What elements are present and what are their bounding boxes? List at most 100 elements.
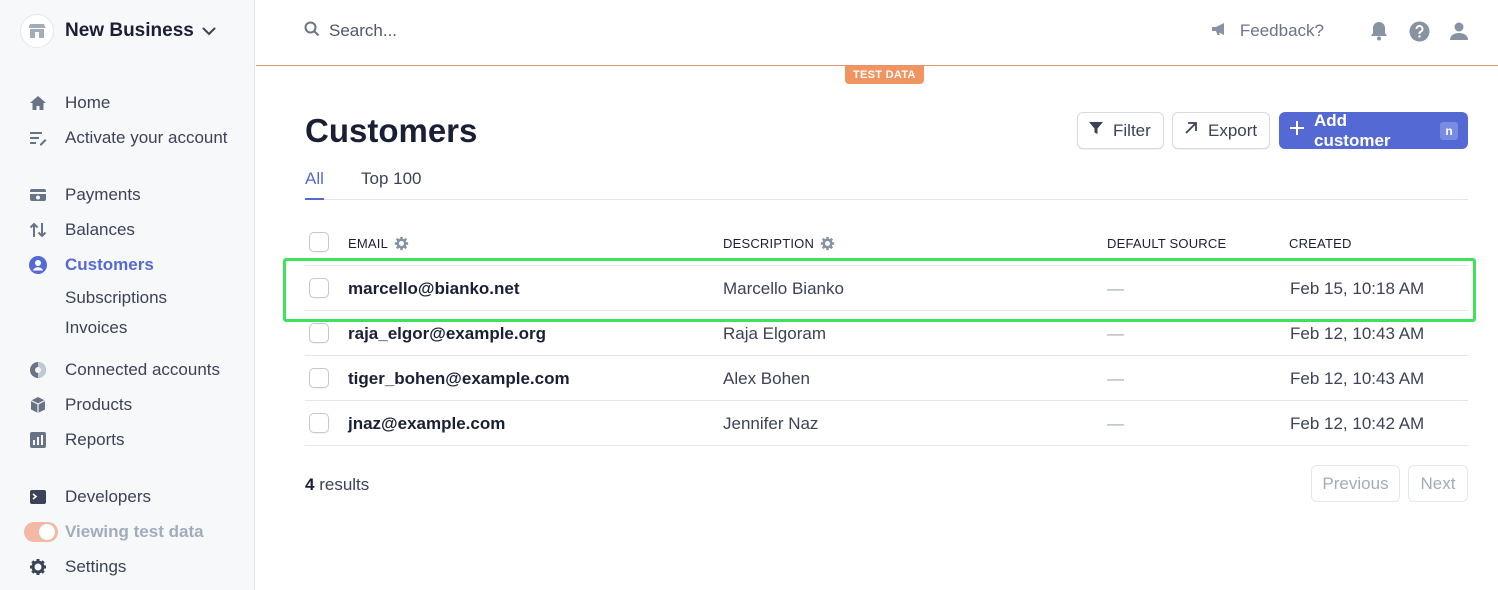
business-logo — [20, 14, 54, 48]
table-row[interactable]: jnaz@example.com Jennifer Naz — Feb 12, … — [305, 401, 1468, 446]
gear-icon[interactable] — [820, 236, 835, 251]
sidebar-item-label: Products — [65, 395, 133, 414]
sidebar-item-balances[interactable]: Balances — [28, 215, 135, 245]
sidebar-item-label: Viewing test data — [65, 522, 204, 541]
cell-created: Feb 12, 10:43 AM — [1290, 324, 1425, 343]
gear-icon — [28, 557, 48, 577]
sidebar-item-label: Payments — [65, 185, 141, 204]
sidebar-item-label: Activate your account — [65, 128, 228, 147]
column-header-email: EMAIL — [348, 236, 409, 251]
page-title: Customers — [305, 112, 478, 149]
previous-button[interactable]: Previous — [1311, 465, 1400, 502]
checklist-icon — [28, 128, 48, 148]
payments-icon — [28, 185, 48, 205]
cell-default-source: — — [1107, 279, 1124, 298]
cell-email: tiger_bohen@example.com — [348, 369, 570, 388]
keyboard-shortcut-badge: n — [1440, 121, 1458, 140]
row-checkbox[interactable] — [309, 413, 329, 433]
sidebar-item-label: Customers — [65, 255, 154, 274]
cell-email: raja_elgor@example.org — [348, 324, 546, 343]
sidebar-item-customers[interactable]: Customers — [28, 250, 154, 280]
plus-icon — [1289, 120, 1305, 141]
table-row[interactable]: raja_elgor@example.org Raja Elgoram — Fe… — [305, 311, 1468, 356]
cell-created: Feb 15, 10:18 AM — [1290, 279, 1425, 298]
box-icon — [28, 395, 48, 415]
cell-description: Jennifer Naz — [723, 414, 819, 433]
table-row[interactable]: marcello@bianko.net Marcello Bianko — Fe… — [305, 266, 1468, 311]
search-placeholder: Search... — [329, 21, 398, 40]
bell-icon[interactable] — [1368, 20, 1390, 42]
sidebar-item-label: Connected accounts — [65, 360, 220, 379]
balances-icon — [28, 220, 48, 240]
help-icon[interactable] — [1408, 20, 1430, 42]
reports-icon — [28, 430, 48, 450]
filter-label: Filter — [1113, 120, 1151, 140]
tab-top-100[interactable]: Top 100 — [361, 166, 422, 200]
results-count: 4 results — [305, 475, 369, 495]
cell-description: Alex Bohen — [723, 369, 810, 388]
add-customer-button[interactable]: Add customer n — [1279, 110, 1468, 150]
sidebar-item-payments[interactable]: Payments — [28, 180, 141, 210]
cell-default-source: — — [1107, 414, 1124, 433]
sidebar-item-label: Developers — [65, 487, 151, 506]
sidebar-item-label: Reports — [65, 430, 125, 449]
column-header-label: DESCRIPTION — [723, 236, 815, 251]
tab-bar: All Top 100 — [305, 166, 1468, 200]
feedback-label: Feedback? — [1239, 21, 1324, 40]
export-label: Export — [1208, 120, 1258, 140]
sidebar-item-settings[interactable]: Settings — [28, 552, 126, 582]
sidebar-item-connected-accounts[interactable]: Connected accounts — [28, 355, 220, 385]
sidebar-item-products[interactable]: Products — [28, 390, 132, 420]
sidebar-item-developers[interactable]: Developers — [28, 482, 151, 512]
column-header-created: CREATED — [1289, 236, 1352, 251]
search-icon — [304, 21, 320, 42]
row-checkbox[interactable] — [309, 323, 329, 343]
chevron-down-icon — [202, 27, 216, 36]
top-bar: Search... Feedback? — [256, 0, 1498, 66]
gear-icon[interactable] — [394, 236, 409, 251]
cell-created: Feb 12, 10:43 AM — [1290, 369, 1425, 388]
select-all-checkbox[interactable] — [309, 232, 329, 252]
cell-email: jnaz@example.com — [348, 414, 506, 433]
sidebar-item-reports[interactable]: Reports — [28, 425, 125, 455]
sidebar-item-label: Home — [65, 93, 111, 112]
toggle-switch[interactable] — [24, 522, 58, 542]
sidebar-item-home[interactable]: Home — [28, 88, 110, 118]
business-switcher[interactable]: New Business — [20, 14, 216, 48]
filter-button[interactable]: Filter — [1077, 112, 1164, 149]
cell-description: Raja Elgoram — [723, 324, 826, 343]
toggle-knob — [39, 524, 55, 540]
sidebar-item-activate[interactable]: Activate your account — [28, 123, 228, 153]
search-input[interactable]: Search... — [304, 19, 397, 43]
results-label: results — [319, 475, 370, 494]
customers-icon — [28, 255, 48, 275]
column-header-description: DESCRIPTION — [723, 236, 835, 251]
feedback-button[interactable]: Feedback? — [1210, 21, 1324, 42]
results-number: 4 — [305, 475, 315, 494]
sidebar-item-label: Settings — [65, 557, 127, 576]
tab-all[interactable]: All — [305, 166, 324, 200]
terminal-icon — [28, 487, 48, 507]
row-checkbox[interactable] — [309, 368, 329, 388]
test-data-toggle[interactable]: Viewing test data — [24, 517, 204, 547]
table-row[interactable]: tiger_bohen@example.com Alex Bohen — Feb… — [305, 356, 1468, 401]
sidebar-subitem-subscriptions[interactable]: Subscriptions — [65, 285, 167, 311]
business-name: New Business — [65, 20, 194, 41]
column-header-default-source: DEFAULT SOURCE — [1107, 236, 1227, 251]
cell-default-source: — — [1107, 324, 1124, 343]
megaphone-icon — [1210, 21, 1230, 42]
add-customer-label: Add customer — [1314, 110, 1391, 150]
cell-default-source: — — [1107, 369, 1124, 388]
sidebar-item-label: Balances — [65, 220, 135, 239]
row-checkbox[interactable] — [309, 278, 329, 298]
filter-icon — [1088, 120, 1104, 141]
export-button[interactable]: Export — [1172, 112, 1271, 149]
column-header-label: EMAIL — [348, 236, 389, 251]
next-button[interactable]: Next — [1408, 465, 1468, 502]
sidebar-subitem-invoices[interactable]: Invoices — [65, 315, 127, 341]
cell-created: Feb 12, 10:42 AM — [1290, 414, 1425, 433]
home-icon — [28, 93, 48, 113]
arrow-up-right-icon — [1183, 120, 1199, 141]
cell-description: Marcello Bianko — [723, 279, 844, 298]
user-icon[interactable] — [1448, 20, 1470, 42]
